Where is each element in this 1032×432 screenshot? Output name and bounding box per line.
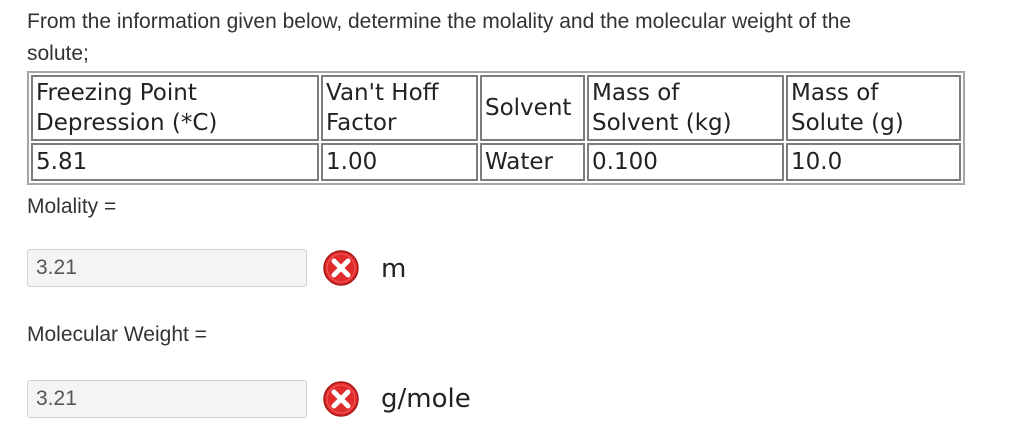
molecular-weight-input[interactable]: [27, 380, 307, 418]
header-mass-solvent: Mass of Solvent (kg): [587, 75, 784, 141]
header-freezing-point: Freezing Point Depression (*C): [31, 75, 319, 141]
incorrect-x-icon: [323, 250, 359, 286]
molality-unit: m: [381, 254, 407, 284]
question-line-1: From the information given below, determ…: [27, 10, 852, 33]
incorrect-x-icon: [323, 381, 359, 417]
header-vant-hoff: Van't Hoff Factor: [321, 75, 478, 141]
cell-vant-hoff: 1.00: [321, 143, 478, 181]
table-header-row: Freezing Point Depression (*C) Van't Hof…: [31, 75, 961, 141]
cell-solvent: Water: [480, 143, 585, 181]
data-table: Freezing Point Depression (*C) Van't Hof…: [27, 71, 965, 185]
question-text: From the information given below, determ…: [27, 6, 997, 70]
molecular-weight-label: Molecular Weight =: [27, 323, 207, 346]
cell-freezing-point: 5.81: [31, 143, 319, 181]
table-row: 5.81 1.00 Water 0.100 10.0: [31, 143, 961, 181]
molality-label: Molality =: [27, 195, 117, 218]
molecular-weight-unit: g/mole: [381, 384, 471, 414]
cell-mass-solvent: 0.100: [587, 143, 784, 181]
molality-input[interactable]: [27, 249, 307, 287]
question-line-2: solute;: [27, 42, 89, 65]
cell-mass-solute: 10.0: [786, 143, 961, 181]
header-solvent: Solvent: [480, 75, 585, 141]
header-mass-solute: Mass of Solute (g): [786, 75, 961, 141]
